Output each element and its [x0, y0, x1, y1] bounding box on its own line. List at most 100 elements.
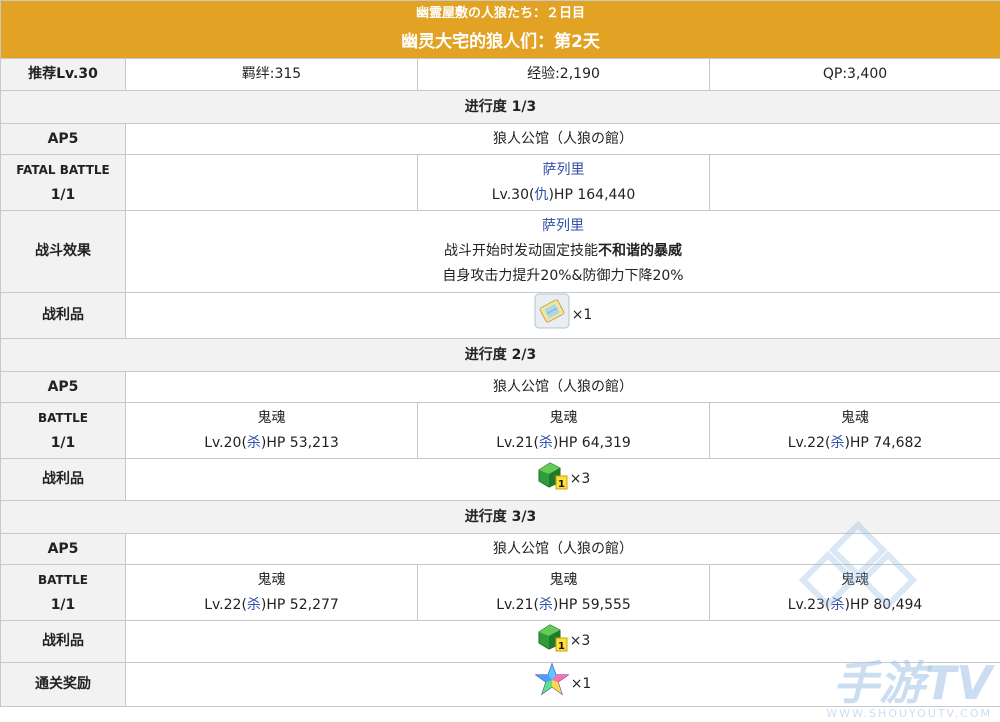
title-row-cn: 幽灵大宅的狼人们：第2天	[0, 26, 1000, 59]
reward-cell: ×1	[124, 662, 1000, 707]
enemy-class-link[interactable]: 仇	[534, 187, 548, 203]
enemy-level: Lv.21(	[496, 434, 539, 451]
enemy-hp: )HP 53,213	[260, 434, 339, 451]
enemy-cell: 萨列里 Lv.30(仇)HP 164,440	[417, 154, 710, 211]
enemy-hp: )HP 59,555	[552, 596, 631, 613]
title-row-jp: 幽霊屋敷の人狼たち：２日目	[0, 0, 1000, 26]
effect-line1-text: 战斗开始时发动固定技能	[444, 243, 598, 259]
enemy-name: 鬼魂	[257, 571, 286, 588]
reward-count: ×1	[570, 676, 592, 692]
enemy-name: 鬼魂	[549, 571, 578, 588]
battle-row-3: BATTLE 1/1 鬼魂 Lv.22(杀)HP 52,277 鬼魂 Lv.21…	[0, 564, 1000, 621]
enemy-level: Lv.23(	[787, 596, 831, 613]
battle-label-line2: 1/1	[50, 596, 76, 613]
saint-quartz-icon[interactable]	[534, 662, 570, 706]
loot-badge: 1	[558, 641, 565, 652]
battle-label: BATTLE 1/1	[0, 564, 126, 621]
enemy-class-link[interactable]: 杀	[830, 435, 844, 451]
progress-label: 进行度 2/3	[0, 338, 1000, 372]
reward-row: 通关奖励 ×1	[0, 662, 1000, 707]
ap-cost: AP5	[0, 533, 126, 565]
ticket-icon[interactable]	[534, 293, 570, 338]
enemy-class-link[interactable]: 杀	[830, 597, 844, 613]
effect-cell: 萨列里 战斗开始时发动固定技能不和谐的暴威 自身攻击力提升20%&防御力下降20…	[124, 210, 1000, 293]
enemy-cell: 鬼魂 Lv.20(杀)HP 53,213	[125, 402, 418, 459]
loot-cell: 1 ×3	[124, 620, 1000, 663]
progress-row-1: 进行度 1/3	[0, 90, 1000, 124]
quest-title-cn: 幽灵大宅的狼人们：第2天	[0, 26, 1000, 59]
bond-value: 羁绊:315	[125, 58, 418, 91]
loot-badge: 1	[558, 479, 565, 490]
loot-row-2: 战利品 1 ×3	[0, 458, 1000, 501]
progress-row-2: 进行度 2/3	[0, 338, 1000, 372]
recommend-level: 推荐Lv.30	[0, 58, 126, 91]
effect-skill-name: 不和谐的暴威	[598, 243, 682, 259]
effect-line2: 自身攻击力提升20%&防御力下降20%	[442, 268, 684, 284]
reward-label: 通关奖励	[0, 662, 126, 707]
watermark-url: WWW.SHOUYOUTV.COM	[826, 707, 992, 720]
battle-label-line2: 1/1	[50, 186, 76, 203]
ap-cost: AP5	[0, 371, 126, 403]
green-gem-icon[interactable]: 1	[536, 622, 568, 661]
enemy-hp: )HP 74,682	[844, 434, 923, 451]
enemy-cell: 鬼魂 Lv.21(杀)HP 64,319	[417, 402, 710, 459]
summary-row: 推荐Lv.30 羁绊:315 经验:2,190 QP:3,400	[0, 58, 1000, 91]
loot-label: 战利品	[0, 620, 126, 663]
loot-row-3: 战利品 1 ×3	[0, 620, 1000, 663]
enemy-cell: 鬼魂 Lv.22(杀)HP 74,682	[708, 402, 1000, 459]
enemy-name: 鬼魂	[841, 571, 869, 588]
enemy-cell: 鬼魂 Lv.23(杀)HP 80,494	[708, 564, 1000, 621]
enemy-stats: Lv.23(杀)HP 80,494	[714, 593, 996, 618]
progress-label: 进行度 1/3	[0, 90, 1000, 124]
battle-label-line1: BATTLE	[38, 410, 88, 425]
loot-label: 战利品	[0, 458, 126, 501]
enemy-name: 鬼魂	[841, 409, 869, 426]
enemy-level: Lv.22(	[787, 434, 831, 451]
ap-cost: AP5	[0, 123, 126, 155]
enemy-stats: Lv.20(杀)HP 53,213	[130, 431, 413, 456]
enemy-class-link[interactable]: 杀	[539, 435, 553, 451]
location-name: 狼人公馆（人狼の館）	[124, 371, 1000, 403]
ap-row-1: AP5 狼人公馆（人狼の館）	[0, 123, 1000, 155]
enemy-name-link[interactable]: 萨列里	[422, 158, 705, 183]
enemy-stats: Lv.30(仇)HP 164,440	[422, 183, 705, 208]
enemy-level: Lv.20(	[204, 434, 247, 451]
enemy-stats: Lv.21(杀)HP 59,555	[422, 593, 705, 618]
enemy-stats: Lv.22(杀)HP 74,682	[714, 431, 996, 456]
enemy-name: 鬼魂	[257, 409, 286, 426]
enemy-level: Lv.21(	[496, 596, 539, 613]
enemy-class-link[interactable]: 杀	[539, 597, 553, 613]
battle-label: FATAL BATTLE 1/1	[0, 154, 126, 211]
enemy-class-link[interactable]: 杀	[247, 435, 261, 451]
loot-cell: 1 ×3	[124, 458, 1000, 501]
exp-value: 经验:2,190	[417, 58, 710, 91]
location-name: 狼人公馆（人狼の館）	[124, 123, 1000, 155]
enemy-class-link[interactable]: 杀	[247, 597, 261, 613]
effect-row-1: 战斗效果 萨列里 战斗开始时发动固定技能不和谐的暴威 自身攻击力提升20%&防御…	[0, 210, 1000, 293]
progress-row-3: 进行度 3/3	[0, 500, 1000, 534]
loot-row-1: 战利品 ×1	[0, 292, 1000, 339]
quest-table: 幽霊屋敷の人狼たち：２日目 幽灵大宅的狼人们：第2天 推荐Lv.30 羁绊:31…	[0, 0, 1000, 707]
loot-count: ×3	[569, 471, 591, 487]
battle-row-2: BATTLE 1/1 鬼魂 Lv.20(杀)HP 53,213 鬼魂 Lv.21…	[0, 402, 1000, 459]
green-gem-icon[interactable]: 1	[536, 460, 568, 499]
enemy-level: Lv.30(	[491, 186, 535, 203]
ap-row-2: AP5 狼人公馆（人狼の館）	[0, 371, 1000, 403]
quest-title-jp: 幽霊屋敷の人狼たち：２日目	[0, 0, 1000, 26]
loot-cell: ×1	[124, 292, 1000, 339]
battle-label-line1: FATAL BATTLE	[16, 162, 110, 177]
enemy-stats: Lv.22(杀)HP 52,277	[130, 593, 413, 618]
enemy-cell-empty	[708, 154, 1000, 211]
effect-enemy-link[interactable]: 萨列里	[130, 214, 996, 239]
enemy-cell: 鬼魂 Lv.21(杀)HP 59,555	[417, 564, 710, 621]
enemy-cell-empty	[125, 154, 418, 211]
enemy-level: Lv.22(	[204, 596, 247, 613]
progress-label: 进行度 3/3	[0, 500, 1000, 534]
loot-label: 战利品	[0, 292, 126, 339]
battle-label: BATTLE 1/1	[0, 402, 126, 459]
enemy-hp: )HP 80,494	[844, 596, 923, 613]
battle-label-line2: 1/1	[50, 434, 76, 451]
ap-row-3: AP5 狼人公馆（人狼の館）	[0, 533, 1000, 565]
enemy-hp: )HP 52,277	[260, 596, 339, 613]
loot-count: ×1	[571, 307, 593, 323]
